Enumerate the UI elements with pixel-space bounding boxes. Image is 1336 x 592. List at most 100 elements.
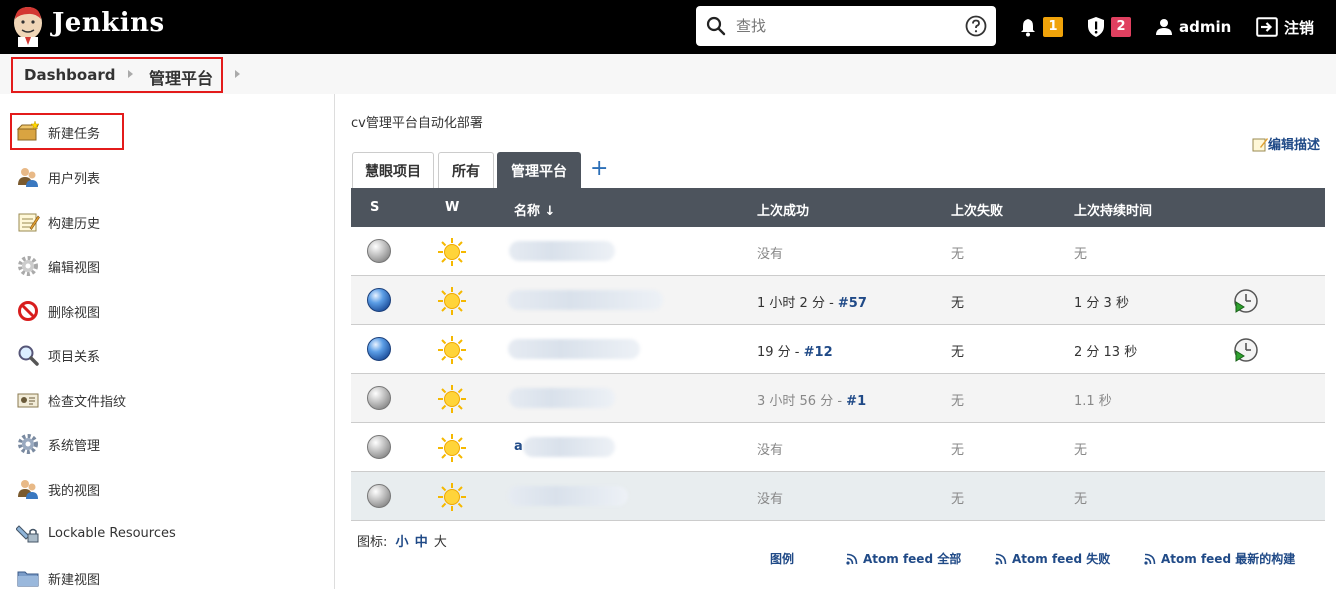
redacted-job-name[interactable] <box>508 290 663 310</box>
schedule-build-icon[interactable] <box>1233 288 1259 314</box>
build-link[interactable]: #12 <box>804 345 833 360</box>
edit-description-link[interactable]: 编辑描述 <box>1252 134 1320 153</box>
icon-size-selector: 图标: 小 中 大 <box>357 531 447 550</box>
status-ball-icon[interactable] <box>367 239 391 263</box>
sidebar-item-label: 新建视图 <box>48 572 101 588</box>
fingerprint-icon <box>16 388 40 412</box>
folder-icon <box>16 566 40 590</box>
tab-label: 所有 <box>452 163 480 180</box>
atom-feed-all-link[interactable]: Atom feed 全部 <box>846 550 961 567</box>
job-name-link[interactable]: a <box>514 439 523 454</box>
tab-huiyan[interactable]: 慧眼项目 <box>352 152 434 188</box>
status-ball-icon[interactable] <box>367 386 391 410</box>
icon-size-large: 大 <box>433 535 447 550</box>
help-icon[interactable] <box>965 15 987 37</box>
legend-link[interactable]: 图例 <box>770 550 794 567</box>
search-input[interactable] <box>736 14 946 38</box>
tab-all[interactable]: 所有 <box>438 152 494 188</box>
last-failure-cell: 无 <box>951 443 965 458</box>
projects-table: S W 名称 ↓ 上次成功 上次失败 上次持续时间 没有 无 无 1 小时 2 … <box>351 188 1325 521</box>
search-icon <box>706 16 726 36</box>
sunny-weather-icon[interactable] <box>437 482 467 512</box>
atom-feed-failed-link[interactable]: Atom feed 失败 <box>995 550 1110 567</box>
last-success-cell: 1 小时 2 分 - #57 <box>757 296 867 311</box>
redacted-job-name[interactable] <box>509 241 615 261</box>
security-badge: 2 <box>1111 17 1131 37</box>
user-menu[interactable]: admin <box>1155 14 1231 40</box>
sidebar-item-label: 构建历史 <box>48 216 101 232</box>
last-failure-cell: 无 <box>951 492 965 507</box>
sidebar-item-label: 检查文件指纹 <box>48 394 127 410</box>
sidebar-item-new-view[interactable]: 新建视图 <box>16 564 100 592</box>
table-row: 3 小时 56 分 - #1 无 1.1 秒 <box>351 374 1325 423</box>
sidebar-item-users[interactable]: 用户列表 <box>16 163 100 191</box>
sidebar-item-manage-jenkins[interactable]: 系统管理 <box>16 430 100 458</box>
gear-icon <box>16 432 40 456</box>
sidebar-item-lockable-resources[interactable]: Lockable Resources <box>16 519 176 547</box>
sunny-weather-icon[interactable] <box>437 433 467 463</box>
sidebar-item-project-relations[interactable]: 项目关系 <box>16 341 100 369</box>
sidebar-item-label: 我的视图 <box>48 483 101 499</box>
status-ball-icon[interactable] <box>367 435 391 459</box>
build-link[interactable]: #57 <box>838 296 867 311</box>
last-success-cell: 3 小时 56 分 - #1 <box>757 394 867 409</box>
column-status[interactable]: S <box>370 200 379 215</box>
column-weather[interactable]: W <box>445 200 459 215</box>
no-icon <box>16 299 40 323</box>
status-ball-icon[interactable] <box>367 288 391 312</box>
redacted-job-name[interactable] <box>509 388 615 408</box>
jenkins-logo-icon[interactable] <box>10 5 46 47</box>
tab-label: 慧眼项目 <box>365 163 421 180</box>
atom-feed-latest-link[interactable]: Atom feed 最新的构建 <box>1144 550 1295 567</box>
redacted-job-name[interactable] <box>508 486 628 506</box>
magnifier-icon <box>16 343 40 367</box>
rss-icon <box>1144 553 1156 565</box>
sidebar-item-delete-view[interactable]: 删除视图 <box>16 297 100 325</box>
last-duration-cell: 无 <box>1074 492 1088 507</box>
sidebar-item-edit-view[interactable]: 编辑视图 <box>16 252 100 280</box>
sunny-weather-icon[interactable] <box>437 286 467 316</box>
logout-button[interactable]: 注销 <box>1256 14 1314 40</box>
tab-management-platform[interactable]: 管理平台 <box>497 152 581 188</box>
status-ball-icon[interactable] <box>367 484 391 508</box>
sidebar-item-label: 编辑视图 <box>48 260 101 276</box>
sunny-weather-icon[interactable] <box>437 335 467 365</box>
status-ball-icon[interactable] <box>367 337 391 361</box>
column-name[interactable]: 名称 ↓ <box>514 200 555 219</box>
build-link[interactable]: #1 <box>846 394 866 409</box>
top-navbar: Jenkins 1 2 admin <box>0 0 1336 54</box>
table-row: 1 小时 2 分 - #57 无 1 分 3 秒 <box>351 276 1325 325</box>
column-last-success[interactable]: 上次成功 <box>757 200 809 219</box>
rss-icon <box>995 553 1007 565</box>
sunny-weather-icon[interactable] <box>437 237 467 267</box>
last-success-cell: 没有 <box>757 443 784 458</box>
column-last-failure[interactable]: 上次失败 <box>951 200 1003 219</box>
last-failure-cell: 无 <box>951 394 965 409</box>
icon-size-medium[interactable]: 中 <box>415 535 428 550</box>
table-row: 19 分 - #12 无 2 分 13 秒 <box>351 325 1325 374</box>
gear-icon <box>16 254 40 278</box>
sidebar-item-my-views[interactable]: 我的视图 <box>16 475 100 503</box>
shield-alert-icon <box>1088 17 1104 37</box>
app-brand[interactable]: Jenkins <box>52 8 165 38</box>
security-button[interactable]: 2 <box>1086 14 1131 40</box>
sidebar-item-fingerprint[interactable]: 检查文件指纹 <box>16 386 126 414</box>
sidebar-item-label: Lockable Resources <box>48 525 176 541</box>
new-item-highlight-box <box>10 113 124 150</box>
sidebar-item-build-history[interactable]: 构建历史 <box>16 208 100 236</box>
breadcrumb-separator[interactable] <box>235 70 240 78</box>
redacted-job-name[interactable] <box>508 339 640 359</box>
icon-size-small[interactable]: 小 <box>396 535 409 550</box>
redacted-job-name[interactable] <box>523 437 615 457</box>
atom-feed-all-label: Atom feed 全部 <box>863 552 962 566</box>
atom-feed-failed-label: Atom feed 失败 <box>1012 552 1111 566</box>
username: admin <box>1179 18 1232 36</box>
column-last-duration[interactable]: 上次持续时间 <box>1074 200 1152 219</box>
sunny-weather-icon[interactable] <box>437 384 467 414</box>
schedule-build-icon[interactable] <box>1233 337 1259 363</box>
table-row: a 没有 无 无 <box>351 423 1325 472</box>
notifications-badge: 1 <box>1043 17 1063 37</box>
notifications-button[interactable]: 1 <box>1018 14 1063 40</box>
breadcrumb-highlight-box <box>11 57 223 93</box>
add-view-tab[interactable]: + <box>590 158 608 180</box>
